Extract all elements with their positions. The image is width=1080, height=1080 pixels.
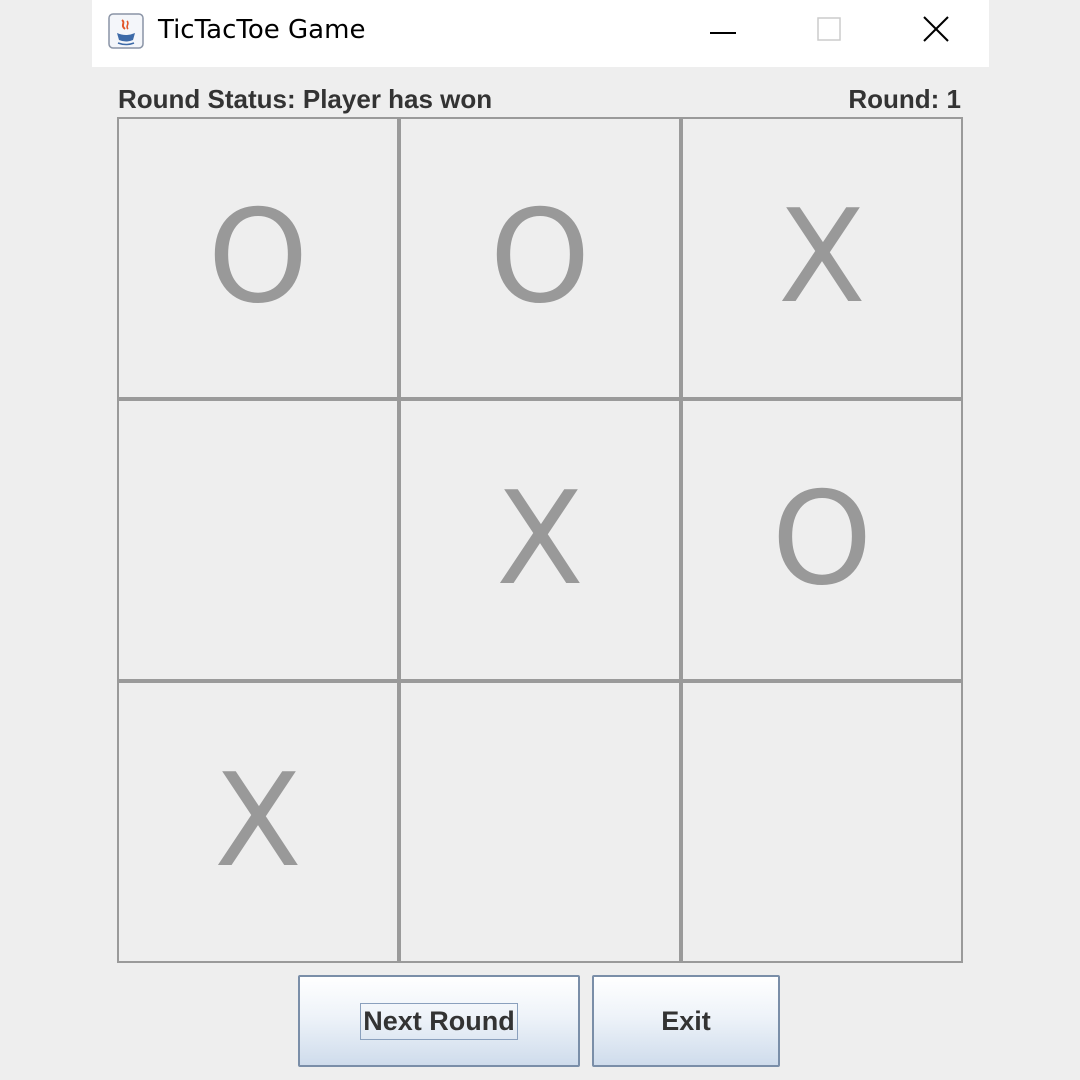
board-cell-2[interactable]: O: [399, 117, 681, 399]
maximize-button[interactable]: [789, 0, 869, 62]
cell-mark: O: [771, 465, 873, 614]
board-cell-8[interactable]: [399, 681, 681, 963]
close-button[interactable]: [896, 0, 976, 62]
cell-mark: X: [214, 747, 302, 896]
cell-mark: X: [778, 183, 866, 332]
board-cell-6[interactable]: O: [681, 399, 963, 681]
round-status-label: Round Status: Player has won: [118, 84, 493, 114]
game-board: O O X X O X: [117, 117, 963, 963]
minimize-icon: [710, 22, 736, 40]
board-cell-5[interactable]: X: [399, 399, 681, 681]
board-cell-4[interactable]: [117, 399, 399, 681]
round-number-label: Round: 1: [848, 84, 961, 114]
minimize-button[interactable]: [683, 0, 763, 62]
next-round-label: Next Round: [360, 1002, 518, 1040]
board-cell-7[interactable]: X: [117, 681, 399, 963]
game-window: TicTacToe Game Round Status: Player has …: [92, 0, 989, 1080]
cell-mark: O: [207, 183, 309, 332]
next-round-button[interactable]: Next Round: [298, 975, 580, 1067]
exit-button[interactable]: Exit: [592, 975, 780, 1067]
close-icon: [923, 15, 949, 47]
window-title: TicTacToe Game: [158, 15, 366, 45]
maximize-icon: [817, 16, 841, 46]
exit-label: Exit: [661, 1005, 711, 1036]
cell-mark: X: [496, 465, 584, 614]
board-cell-3[interactable]: X: [681, 117, 963, 399]
java-app-icon: [108, 13, 144, 49]
board-cell-9[interactable]: [681, 681, 963, 963]
cell-mark: O: [489, 183, 591, 332]
title-bar[interactable]: TicTacToe Game: [92, 0, 989, 67]
board-cell-1[interactable]: O: [117, 117, 399, 399]
